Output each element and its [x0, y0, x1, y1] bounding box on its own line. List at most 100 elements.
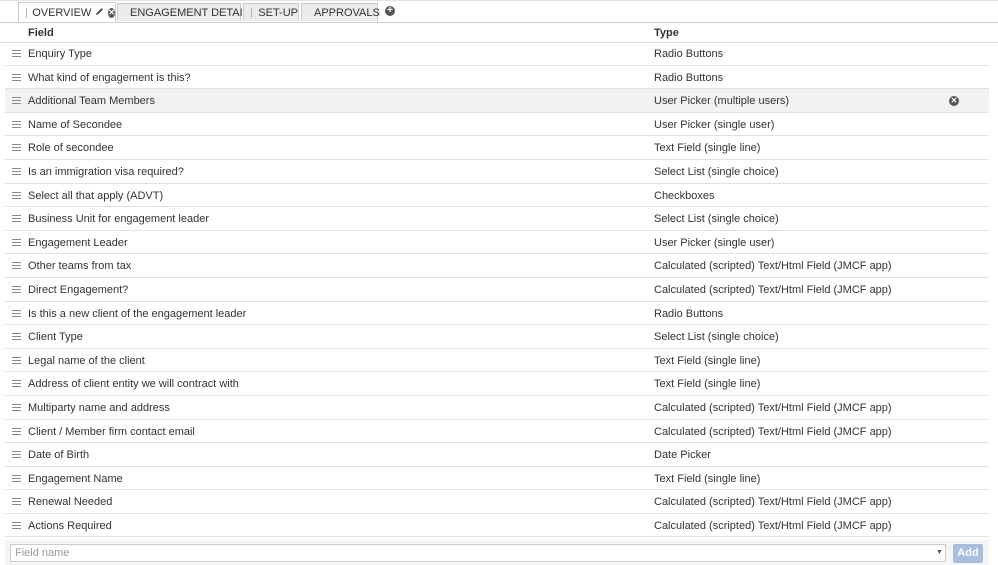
- table-row[interactable]: Engagement Leader User Picker (single use…: [5, 231, 989, 255]
- field-type: Select List (single choice): [654, 165, 779, 178]
- field-name: Renewal Needed: [28, 496, 113, 509]
- field-type: Calculated (scripted) Text/Html Field (J…: [654, 260, 892, 273]
- field-type: Date Picker: [654, 449, 711, 462]
- table-row[interactable]: Renewal Needed Calculated (scripted) Text…: [5, 490, 989, 514]
- drag-handle-icon[interactable]: [12, 474, 21, 482]
- table-row[interactable]: Date of Birth Date Picker: [5, 443, 989, 467]
- drag-grip-icon[interactable]: [26, 7, 28, 18]
- tab-bar: OVERVIEW ✕ ENGAGEMENT DETAILS SET-UP APP…: [0, 0, 998, 23]
- field-type: Calculated (scripted) Text/Html Field (J…: [654, 496, 892, 509]
- field-type: Text Field (single line): [654, 472, 761, 485]
- field-name: Client Type: [28, 331, 83, 344]
- field-name: Additional Team Members: [28, 95, 155, 108]
- drag-handle-icon[interactable]: [12, 403, 21, 411]
- table-row[interactable]: Actions Required Calculated (scripted) Te…: [5, 514, 989, 538]
- field-name: Is an immigration visa required?: [28, 165, 184, 178]
- table-row[interactable]: Is this a new client of the engagement l…: [5, 302, 989, 326]
- drag-grip-icon[interactable]: [251, 7, 254, 18]
- field-type: Radio Buttons: [654, 48, 724, 60]
- drag-handle-icon[interactable]: [12, 309, 21, 317]
- drag-handle-icon[interactable]: [12, 120, 21, 128]
- field-name: Business Unit for engagement leader: [28, 213, 209, 226]
- field-name: Select all that apply (ADVT): [28, 189, 164, 202]
- drag-handle-icon[interactable]: [12, 97, 21, 105]
- drag-handle-icon[interactable]: [12, 215, 21, 223]
- field-name: Actions Required: [28, 519, 112, 532]
- field-name: Direct Engagement?: [28, 283, 129, 296]
- drag-handle-icon[interactable]: [12, 144, 21, 152]
- field-type: Select List (single choice): [654, 331, 779, 344]
- field-name: Multiparty name and address: [28, 401, 170, 414]
- table-row[interactable]: Client Type Select List (single choice): [5, 325, 989, 349]
- field-type: Radio Buttons: [654, 71, 724, 84]
- pencil-icon[interactable]: [95, 7, 104, 18]
- drag-handle-icon[interactable]: [12, 167, 21, 175]
- drag-handle-icon[interactable]: [12, 50, 21, 57]
- table-row[interactable]: What kind of engagement is this? Radio Bu…: [5, 66, 989, 90]
- table-row[interactable]: Business Unit for engagement leader Selec…: [5, 207, 989, 231]
- drag-handle-icon[interactable]: [12, 380, 21, 388]
- field-name: Client / Member firm contact email: [28, 425, 195, 438]
- field-name-input[interactable]: [10, 544, 936, 562]
- tab-set-up[interactable]: SET-UP: [243, 3, 299, 21]
- drag-handle-icon[interactable]: [12, 285, 21, 293]
- field-name: Engagement Leader: [28, 236, 128, 249]
- table-row[interactable]: Other teams from tax Calculated (scripted…: [5, 254, 989, 278]
- field-name: Address of client entity we will contrac…: [28, 378, 239, 391]
- drag-handle-icon[interactable]: [12, 521, 21, 529]
- drag-handle-icon[interactable]: [12, 73, 21, 81]
- table-row[interactable]: Engagement Name Text Field (single line): [5, 467, 989, 491]
- field-table: Enquiry Type Radio Buttons What kind of en…: [5, 42, 989, 538]
- tab-overview[interactable]: OVERVIEW ✕: [18, 2, 116, 22]
- field-type: Checkboxes: [654, 189, 715, 202]
- field-type: User Picker (single user): [654, 118, 775, 131]
- field-type: Calculated (scripted) Text/Html Field (J…: [654, 283, 892, 296]
- field-name: Enquiry Type: [28, 48, 93, 60]
- drag-handle-icon[interactable]: [12, 238, 21, 246]
- close-icon[interactable]: ✕: [108, 7, 115, 18]
- table-row[interactable]: Name of Secondee User Picker (single user…: [5, 113, 989, 137]
- tab-approvals[interactable]: APPROVALS: [301, 3, 380, 21]
- drag-handle-icon[interactable]: [12, 498, 21, 506]
- field-type: Radio Buttons: [654, 307, 724, 320]
- table-row[interactable]: Enquiry Type Radio Buttons: [5, 42, 989, 66]
- tab-label: ENGAGEMENT DETAILS: [130, 6, 257, 19]
- table-header: Field Type: [0, 23, 998, 43]
- column-header-type: Type: [654, 27, 679, 39]
- field-name: What kind of engagement is this?: [28, 71, 191, 84]
- field-type: User Picker (multiple users): [654, 95, 790, 108]
- chevron-down-icon[interactable]: ▼: [934, 544, 946, 562]
- drag-handle-icon[interactable]: [12, 333, 21, 341]
- drag-handle-icon[interactable]: [12, 427, 21, 435]
- field-type: Text Field (single line): [654, 142, 761, 155]
- table-row[interactable]: Client / Member firm contact email Calcul…: [5, 420, 989, 444]
- field-name: Engagement Name: [28, 472, 123, 485]
- tab-engagement-details[interactable]: ENGAGEMENT DETAILS: [117, 3, 256, 21]
- field-name: Date of Birth: [28, 449, 90, 462]
- field-type: Select List (single choice): [654, 213, 779, 226]
- table-row[interactable]: Direct Engagement? Calculated (scripted) …: [5, 278, 989, 302]
- remove-field-icon[interactable]: ✕: [949, 96, 959, 107]
- table-row[interactable]: Role of secondee Text Field (single line): [5, 136, 989, 160]
- table-row[interactable]: Address of client entity we will contrac…: [5, 372, 989, 396]
- drag-handle-icon[interactable]: [12, 356, 21, 364]
- field-type: Calculated (scripted) Text/Html Field (J…: [654, 401, 892, 414]
- add-field-bar: ▼ Add: [5, 540, 989, 565]
- table-row[interactable]: Is an immigration visa required? Select L…: [5, 160, 989, 184]
- field-name: Other teams from tax: [28, 260, 132, 273]
- plus-icon[interactable]: +: [385, 6, 395, 16]
- table-row[interactable]: Multiparty name and address Calculated (s…: [5, 396, 989, 420]
- table-row[interactable]: Legal name of the client Text Field (sing…: [5, 349, 989, 373]
- add-button[interactable]: Add: [953, 544, 983, 563]
- table-row[interactable]: Additional Team Members User Picker (mult…: [5, 89, 989, 113]
- drag-handle-icon[interactable]: [12, 191, 21, 199]
- drag-handle-icon[interactable]: [12, 451, 21, 459]
- drag-handle-icon[interactable]: [12, 262, 21, 270]
- field-name: Is this a new client of the engagement l…: [28, 307, 247, 320]
- field-name: Legal name of the client: [28, 354, 145, 367]
- field-type: Text Field (single line): [654, 378, 761, 391]
- field-name: Name of Secondee: [28, 118, 123, 131]
- table-row[interactable]: Select all that apply (ADVT) Checkboxes: [5, 184, 989, 208]
- tab-label: SET-UP: [258, 6, 298, 19]
- field-type: Calculated (scripted) Text/Html Field (J…: [654, 425, 892, 438]
